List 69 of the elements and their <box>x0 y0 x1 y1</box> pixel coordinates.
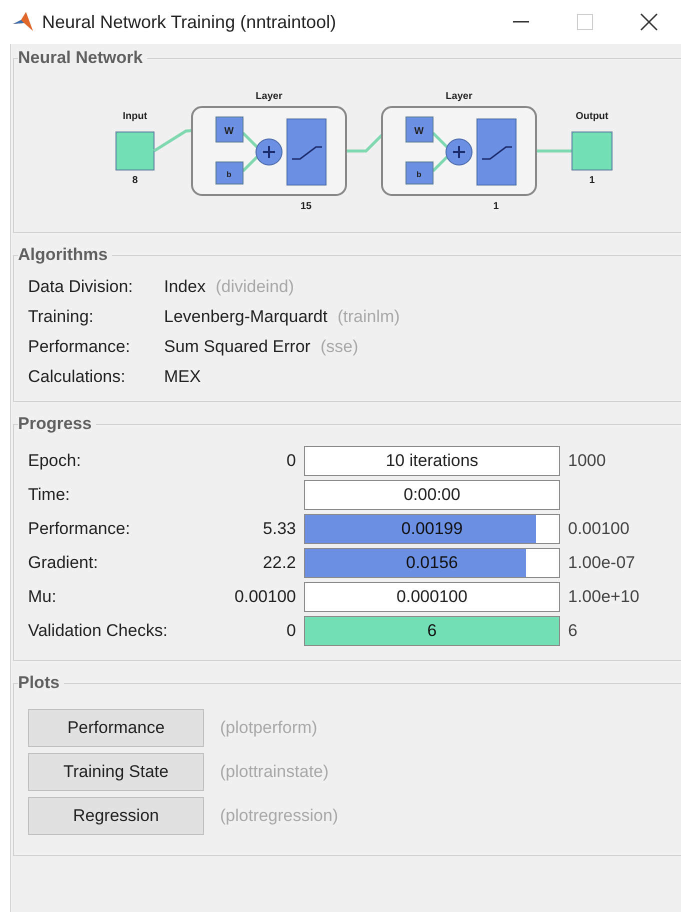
app-logo-icon <box>12 11 34 33</box>
min-value: 22.2 <box>262 553 296 573</box>
max-value: 1.00e-07 <box>568 553 636 572</box>
diagram-label: Input <box>122 111 148 122</box>
diagram-label: Output <box>576 111 608 122</box>
value-box: 0:00:00 <box>304 480 560 510</box>
max-value: 6 <box>568 621 578 640</box>
field-label: Performance: <box>28 337 132 357</box>
progress-value: 0.00199 <box>401 519 463 539</box>
diagram-label: b <box>416 170 422 179</box>
plot-button[interactable]: Performance <box>28 709 204 747</box>
value-box: 0.000100 <box>304 582 560 612</box>
max-value: 1000 <box>568 451 606 470</box>
min-value: 0.00100 <box>234 587 296 607</box>
field-value: Index <box>164 277 206 297</box>
field-label: Training: <box>28 307 95 327</box>
window-title: Neural Network Training (nntraintool) <box>42 12 338 32</box>
diagram-label: 1 <box>589 175 595 186</box>
function-name: (plottrainstate) <box>220 762 329 782</box>
min-value: 0 <box>286 621 296 641</box>
max-value: 1.00e+10 <box>568 587 640 606</box>
section-title: Plots <box>18 673 61 693</box>
progress-value: 0.0156 <box>406 553 458 573</box>
min-value: 0 <box>286 451 296 471</box>
field-label: Validation Checks: <box>28 621 168 641</box>
minimize-icon[interactable] <box>513 21 529 23</box>
field-label: Epoch: <box>28 451 81 471</box>
diagram-label: 15 <box>300 201 312 212</box>
function-name: (plotperform) <box>220 718 318 738</box>
bias-block <box>406 162 434 184</box>
diagram-label: W <box>414 126 424 137</box>
transfer-block <box>476 118 516 186</box>
function-name: (plotregression) <box>220 806 338 826</box>
close-icon[interactable] <box>640 13 658 31</box>
section-title: Progress <box>18 414 93 434</box>
diagram-label: Layer <box>446 91 472 102</box>
field-label: Gradient: <box>28 553 98 573</box>
bias-block <box>216 162 244 184</box>
section-title: Neural Network <box>18 48 144 68</box>
diagram-label: W <box>224 126 234 137</box>
sum-icon <box>446 138 472 166</box>
transfer-block <box>286 118 326 186</box>
value-box: 10 iterations <box>304 446 560 476</box>
field-label: Time: <box>28 485 70 505</box>
function-name: (sse) <box>320 337 358 357</box>
field-label: Mu: <box>28 587 56 607</box>
field-label: Data Division: <box>28 277 134 297</box>
section-title: Algorithms <box>18 245 109 265</box>
field-value: Sum Squared Error <box>164 337 310 357</box>
function-name: (divideind) <box>216 277 294 297</box>
field-value: MEX <box>164 367 201 387</box>
weight-block <box>216 116 244 142</box>
sum-icon <box>256 138 282 166</box>
field-label: Calculations: <box>28 367 126 387</box>
plot-button[interactable]: Training State <box>28 753 204 791</box>
plot-button[interactable]: Regression <box>28 797 204 835</box>
min-value: 5.33 <box>262 519 296 539</box>
input-block <box>116 132 154 170</box>
weight-block <box>406 116 434 142</box>
max-value: 0.00100 <box>568 519 630 538</box>
diagram-label: Layer <box>256 91 282 102</box>
diagram-label: 8 <box>132 175 138 186</box>
output-block <box>572 132 612 170</box>
diagram-label: b <box>226 170 232 179</box>
field-value: Levenberg-Marquardt <box>164 307 328 327</box>
diagram-label: 1 <box>493 201 499 212</box>
field-label: Performance: <box>28 519 130 539</box>
progress-value: 6 <box>427 621 437 641</box>
function-name: (trainlm) <box>337 307 400 327</box>
